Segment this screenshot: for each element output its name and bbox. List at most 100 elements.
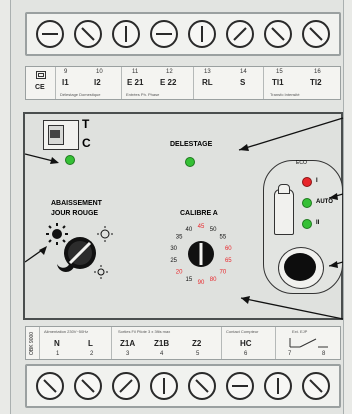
- terminal-label: Z1A: [120, 339, 136, 348]
- terminal-caption: Alimentation 230V~50Hz: [44, 329, 89, 334]
- terminal-number: 8: [322, 351, 326, 357]
- dial-value-label: 25: [170, 258, 177, 264]
- terminal-label: Z1B: [154, 339, 170, 348]
- cell-fil-pilote: Sorties Fil Pilote 3 x 3fils max Z1A Z1B…: [112, 327, 222, 359]
- terminal-number: 15: [276, 69, 283, 75]
- mode-label-i: I: [316, 178, 318, 184]
- terminal-number: 4: [160, 351, 164, 357]
- side-text-cell: OBK 9000: [26, 327, 40, 359]
- screw-terminal[interactable]: [74, 372, 102, 400]
- logo-cell: CE: [26, 67, 56, 99]
- power-led: [65, 155, 75, 165]
- terminal-label: RL: [202, 78, 213, 87]
- terminal-caption: Délestage Domestique: [60, 92, 101, 97]
- mode-selector-panel: ECO I AUTO II: [263, 160, 343, 294]
- top-label-strip: CE 9 10 I1 I2 Délestage Domestique 11 12…: [25, 66, 341, 100]
- double-insulation-icon: [36, 71, 46, 79]
- abaissement-selector-knob[interactable]: [43, 220, 115, 286]
- screw-terminal[interactable]: [302, 20, 330, 48]
- terminal-number: 5: [196, 351, 200, 357]
- sun-small-icon: [94, 265, 108, 279]
- bottom-terminal-block: [25, 364, 341, 408]
- screw-terminal[interactable]: [188, 20, 216, 48]
- screw-terminal[interactable]: [302, 372, 330, 400]
- screw-terminal[interactable]: [36, 372, 64, 400]
- delestage-led: [185, 157, 195, 167]
- dial-value-label: 65: [225, 258, 232, 264]
- device-faceplate: CE 9 10 I1 I2 Délestage Domestique 11 12…: [10, 0, 344, 414]
- dial-value-label: 60: [225, 246, 232, 252]
- model-code: OBK 9000: [29, 331, 35, 355]
- switch-label-t: T: [82, 117, 90, 131]
- terminal-number: 2: [90, 351, 94, 357]
- screw-terminal[interactable]: [112, 20, 140, 48]
- terminal-label: S: [240, 78, 246, 87]
- terminal-number: 1: [56, 351, 60, 357]
- terminal-label: E 21: [127, 78, 144, 87]
- terminal-number: 10: [96, 69, 103, 75]
- dial-value-label: 20: [176, 270, 183, 276]
- screw-terminal[interactable]: [112, 372, 140, 400]
- screw-terminal[interactable]: [150, 20, 178, 48]
- sun-outline-icon: [97, 226, 113, 242]
- bottom-label-strip: OBK 9000 Alimentation 230V~50Hz N L 1 2 …: [25, 326, 341, 360]
- screw-terminal[interactable]: [264, 372, 292, 400]
- terminal-number: 7: [288, 351, 292, 357]
- sun-icon: [46, 223, 68, 245]
- screw-terminal[interactable]: [74, 20, 102, 48]
- screw-terminal[interactable]: [226, 20, 254, 48]
- terminal-number: 3: [126, 351, 130, 357]
- dial-value-label: 55: [220, 235, 227, 241]
- ce-mark: CE: [35, 84, 45, 91]
- switch-knob: [50, 130, 60, 138]
- dial-value-label: 70: [220, 270, 227, 276]
- cell-ejp: Ext. EJP 7 8: [276, 327, 342, 359]
- terminal-number: 13: [204, 69, 211, 75]
- calibre-label: CALIBRE A: [180, 210, 218, 217]
- terminal-label: TI1: [272, 78, 284, 87]
- terminal-caption: Entrées Ph. Phase: [126, 92, 160, 97]
- eco-label: ECO: [296, 160, 307, 166]
- calibre-dial[interactable]: 45 50556065708090152025303540: [165, 218, 237, 290]
- mode-push-button[interactable]: [284, 253, 316, 281]
- terminal-number: 11: [132, 69, 139, 75]
- terminal-caption: Sorties Fil Pilote 3 x 3fils max: [118, 329, 171, 334]
- abaissement-label-line2: JOUR ROUGE: [51, 210, 99, 217]
- dial-value-label: 50: [210, 227, 217, 233]
- cell-entrees: 11 12 E 21 E 22 Entrées Ph. Phase: [122, 67, 194, 99]
- terminal-caption: Contact Compteur: [226, 329, 259, 334]
- screw-terminal[interactable]: [36, 20, 64, 48]
- cell-delestage: 9 10 I1 I2 Délestage Domestique: [56, 67, 122, 99]
- screw-terminal[interactable]: [226, 372, 254, 400]
- mode-led-i: [302, 177, 312, 187]
- switch-label-c: C: [82, 136, 91, 150]
- mode-label-ii: II: [316, 220, 320, 226]
- terminal-label: Z2: [192, 339, 202, 348]
- terminal-number: 16: [314, 69, 321, 75]
- terminal-label: N: [54, 339, 60, 348]
- mode-label-auto: AUTO: [316, 199, 333, 205]
- mode-led-ii: [302, 219, 312, 229]
- terminal-label: L: [88, 339, 93, 348]
- screw-terminal[interactable]: [188, 372, 216, 400]
- screw-terminal[interactable]: [264, 20, 292, 48]
- terminal-number: 9: [64, 69, 68, 75]
- fuse-holder: [274, 184, 294, 235]
- cell-relay: 13 14 RL S: [194, 67, 264, 99]
- cell-contact: Contact Compteur HC 6: [222, 327, 276, 359]
- terminal-label: I1: [62, 78, 69, 87]
- terminal-number: 14: [240, 69, 247, 75]
- fuse-cap: [278, 184, 290, 194]
- terminal-label: HC: [240, 339, 252, 348]
- dial-value-label: 15: [186, 277, 193, 283]
- dial-value-label: 90: [198, 280, 205, 286]
- delestage-label: DELESTAGE: [170, 141, 213, 148]
- top-terminal-block: [25, 12, 341, 56]
- tc-selector-switch[interactable]: [43, 120, 79, 150]
- terminal-label: I2: [94, 78, 101, 87]
- dial-value-label: 30: [170, 246, 177, 252]
- mode-led-auto: [302, 198, 312, 208]
- abaissement-label-line1: ABAISSEMENT: [51, 200, 102, 207]
- relay-contact-icon: [289, 338, 328, 348]
- screw-terminal[interactable]: [150, 372, 178, 400]
